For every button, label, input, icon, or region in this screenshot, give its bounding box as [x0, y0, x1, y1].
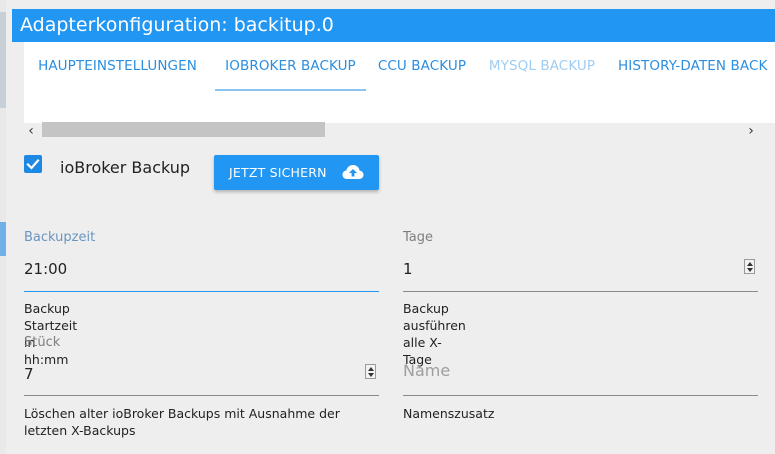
jetzt-sichern-button[interactable]: Jetzt sichern: [214, 155, 379, 190]
tab-haupteinstellungen[interactable]: Haupteinstellungen: [36, 42, 199, 91]
name-help: Namenszusatz: [403, 406, 495, 421]
dialog-title: Adapterkonfiguration: backitup.0: [12, 9, 775, 42]
tab-ccu-backup[interactable]: CCU Backup: [376, 42, 468, 91]
checkmark-icon: [26, 158, 40, 170]
tab-history-daten-backup[interactable]: History-Daten Back: [618, 42, 775, 91]
backupzeit-label: Backupzeit: [24, 230, 96, 245]
backupzeit-help: Backup Startzeit in hh:mm: [24, 301, 78, 367]
tab-mysql-backup[interactable]: MySQL Backup: [488, 42, 596, 91]
scrollbar-thumb[interactable]: [42, 122, 325, 137]
backupzeit-input[interactable]: 21:00: [24, 260, 67, 278]
name-underline: [403, 395, 758, 396]
chevron-right-icon[interactable]: ›: [742, 122, 760, 140]
tabs-scrollbar[interactable]: ‹ ›: [12, 122, 775, 140]
chevron-left-icon[interactable]: ‹: [22, 122, 40, 140]
iobroker-backup-checkbox[interactable]: [24, 155, 42, 173]
tab-iobroker-backup[interactable]: ioBroker Backup: [215, 42, 366, 91]
cloud-upload-icon: [342, 165, 364, 179]
name-input-placeholder[interactable]: Name: [403, 361, 450, 380]
background-window-edge: [0, 0, 6, 454]
background-window-fragment: [0, 222, 6, 256]
adapter-config-dialog: Adapterkonfiguration: backitup.0 Hauptei…: [12, 0, 775, 454]
tage-label: Tage: [403, 230, 434, 245]
jetzt-sichern-button-label: Jetzt sichern: [229, 165, 327, 180]
stueck-input[interactable]: 7: [24, 365, 34, 383]
backupzeit-underline: [24, 291, 379, 292]
stueck-label: Stück: [24, 335, 61, 350]
tage-help: Backup ausführen alle X-Tage: [403, 301, 466, 367]
stueck-help: Löschen alter ioBroker Backups mit Ausna…: [24, 406, 340, 438]
stueck-underline: [24, 395, 379, 396]
stueck-spinner[interactable]: [365, 364, 376, 379]
background-window-fragment: [0, 12, 6, 108]
tabs-panel: Haupteinstellungen ioBroker Backup CCU B…: [24, 42, 775, 123]
tage-spinner[interactable]: [744, 259, 755, 274]
iobroker-backup-checkbox-label[interactable]: ioBroker Backup: [60, 158, 190, 177]
tage-input[interactable]: 1: [403, 260, 413, 278]
tage-underline: [403, 291, 758, 292]
